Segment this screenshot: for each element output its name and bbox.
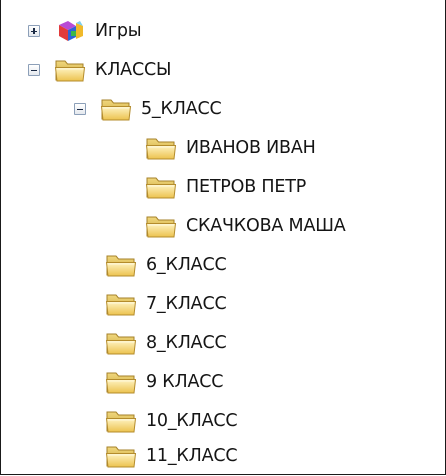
tree-node-label: 9 КЛАСС	[146, 372, 224, 392]
tree-node-label: 7_КЛАСС	[146, 294, 227, 314]
folder-icon	[145, 174, 177, 200]
tree-node-label: 10_КЛАСС	[146, 411, 238, 431]
tree-node-label: 8_КЛАСС	[146, 333, 227, 353]
games-icon	[54, 18, 86, 44]
collapse-minus-icon[interactable]	[74, 103, 86, 115]
tree-node-label: КЛАССЫ	[95, 60, 172, 80]
tree-node-games[interactable]: Игры	[28, 14, 142, 48]
folder-icon	[105, 369, 137, 395]
folder-icon	[105, 443, 137, 469]
folder-icon	[100, 96, 132, 122]
tree-node-ivanov[interactable]: ИВАНОВ ИВАН	[145, 131, 316, 165]
folder-icon	[105, 291, 137, 317]
folder-icon	[105, 252, 137, 278]
tree-node-class-6[interactable]: 6_КЛАСС	[105, 248, 227, 282]
tree-node-class-10[interactable]: 10_КЛАСС	[105, 404, 238, 438]
tree-node-classes[interactable]: КЛАССЫ	[28, 53, 171, 87]
tree-node-label: 5_КЛАСС	[141, 99, 222, 119]
folder-icon	[145, 213, 177, 239]
folder-icon	[54, 57, 86, 83]
folder-icon	[145, 135, 177, 161]
tree-node-class-11[interactable]: 11_КЛАСС	[105, 439, 238, 473]
tree-node-label: Игры	[95, 21, 142, 41]
expand-plus-icon[interactable]	[28, 25, 40, 37]
tree-node-label: 6_КЛАСС	[146, 255, 227, 275]
tree-node-label: ИВАНОВ ИВАН	[186, 138, 316, 158]
folder-icon	[105, 408, 137, 434]
folder-icon	[105, 330, 137, 356]
tree-node-class-8[interactable]: 8_КЛАСС	[105, 326, 227, 360]
tree-node-label: ПЕТРОВ ПЕТР	[186, 177, 307, 197]
tree-node-class-9[interactable]: 9 КЛАСС	[105, 365, 223, 399]
tree-node-class-5[interactable]: 5_КЛАСС	[74, 92, 222, 126]
tree-node-label: СКАЧКОВА МАША	[186, 216, 346, 236]
tree-node-petrov[interactable]: ПЕТРОВ ПЕТР	[145, 170, 306, 204]
tree-node-class-7[interactable]: 7_КЛАСС	[105, 287, 227, 321]
collapse-minus-icon[interactable]	[28, 64, 40, 76]
tree-node-label: 11_КЛАСС	[146, 446, 238, 466]
folder-tree: Игры КЛАССЫ 5_КЛАСС ИВАНОВ ИВАН ПЕТРОВ П…	[0, 0, 446, 475]
tree-node-skachkova[interactable]: СКАЧКОВА МАША	[145, 209, 346, 243]
